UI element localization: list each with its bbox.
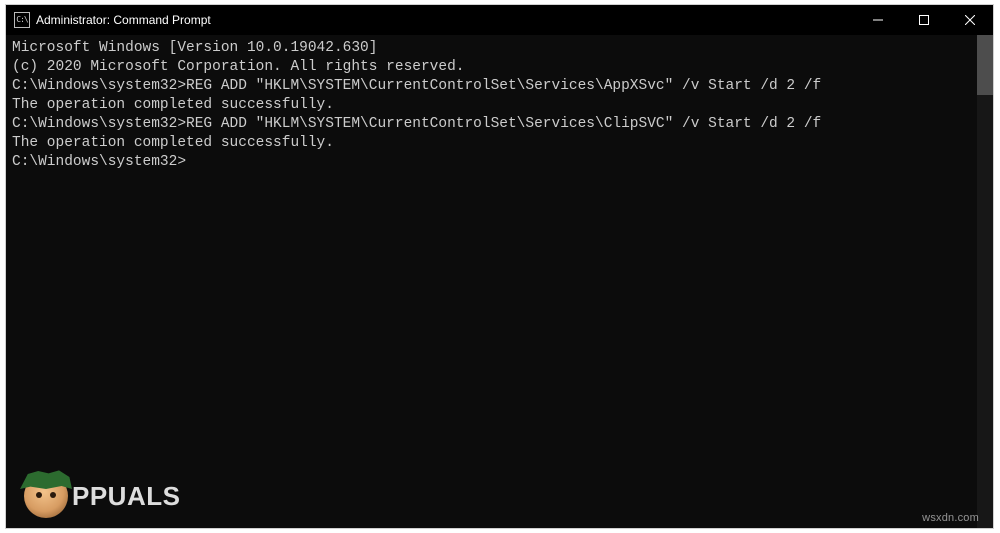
terminal-line: C:\Windows\system32>REG ADD "HKLM\SYSTEM… [12, 77, 971, 96]
scrollbar-vertical[interactable] [977, 35, 993, 528]
minimize-button[interactable] [855, 5, 901, 35]
maximize-icon [919, 15, 929, 25]
titlebar[interactable]: C:\ Administrator: Command Prompt [6, 5, 993, 35]
terminal-line: Microsoft Windows [Version 10.0.19042.63… [12, 39, 971, 58]
cmd-icon: C:\ [14, 12, 30, 28]
window-title: Administrator: Command Prompt [36, 13, 211, 27]
terminal-line: The operation completed successfully. [12, 96, 971, 115]
close-icon [965, 15, 975, 25]
close-button[interactable] [947, 5, 993, 35]
terminal-line: (c) 2020 Microsoft Corporation. All righ… [12, 58, 971, 77]
terminal-line: The operation completed successfully. [12, 134, 971, 153]
maximize-button[interactable] [901, 5, 947, 35]
terminal-line: C:\Windows\system32>REG ADD "HKLM\SYSTEM… [12, 115, 971, 134]
terminal-line: C:\Windows\system32> [12, 153, 971, 172]
terminal-area: Microsoft Windows [Version 10.0.19042.63… [6, 35, 993, 528]
terminal-output[interactable]: Microsoft Windows [Version 10.0.19042.63… [6, 35, 977, 528]
minimize-icon [873, 15, 883, 25]
window-controls [855, 5, 993, 35]
cmd-window: C:\ Administrator: Command Prompt Micros… [6, 5, 993, 528]
scrollbar-thumb[interactable] [977, 35, 993, 95]
